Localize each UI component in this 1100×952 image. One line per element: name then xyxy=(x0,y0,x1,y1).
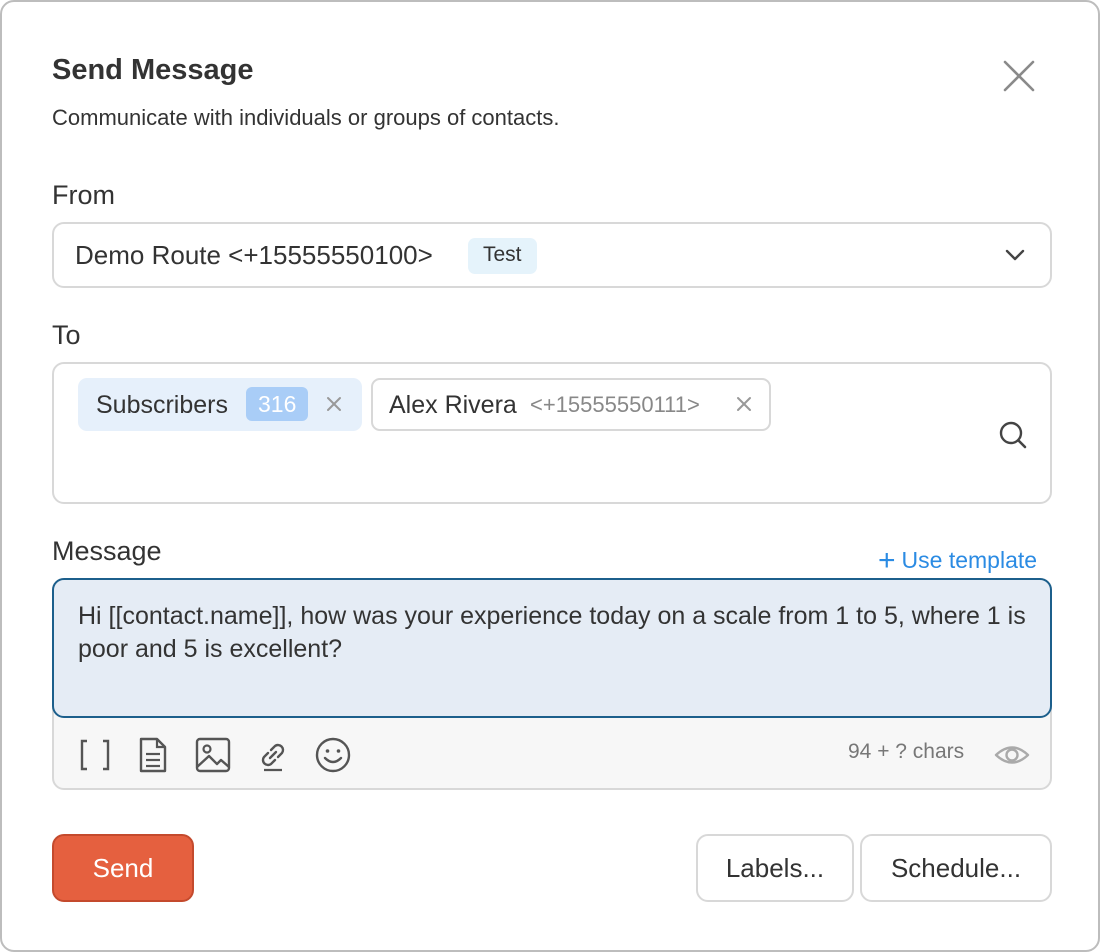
link-icon[interactable] xyxy=(254,736,292,774)
message-textarea[interactable]: Hi [[contact.name]], how was your experi… xyxy=(52,578,1052,718)
recipient-chip-group: Subscribers 316 xyxy=(78,378,362,431)
recipient-chip-label: Alex Rivera xyxy=(389,391,517,419)
send-message-dialog: Send Message Communicate with individual… xyxy=(0,0,1100,952)
variable-brackets-icon[interactable] xyxy=(76,736,114,774)
recipient-chip-contact: Alex Rivera <+15555550111> xyxy=(371,378,771,431)
use-template-link[interactable]: + Use template xyxy=(878,542,1038,577)
group-count-badge: 316 xyxy=(246,387,309,421)
schedule-button[interactable]: Schedule... xyxy=(860,834,1052,902)
message-composer: Hi [[contact.name]], how was your experi… xyxy=(52,578,1052,790)
from-select[interactable]: Demo Route <+15555550100> Test xyxy=(52,222,1052,288)
image-icon[interactable] xyxy=(194,736,232,774)
document-icon[interactable] xyxy=(134,736,172,774)
search-icon[interactable] xyxy=(998,420,1028,450)
labels-button[interactable]: Labels... xyxy=(696,834,854,902)
message-label: Message xyxy=(52,536,162,566)
dialog-subtitle: Communicate with individuals or groups o… xyxy=(52,105,560,130)
emoji-icon[interactable] xyxy=(314,736,352,774)
close-icon[interactable] xyxy=(1000,57,1038,95)
test-badge: Test xyxy=(468,238,537,274)
from-label: From xyxy=(52,180,115,210)
remove-recipient-icon[interactable] xyxy=(733,393,755,415)
plus-icon: + xyxy=(878,544,896,577)
send-button[interactable]: Send xyxy=(52,834,194,902)
recipients-input[interactable]: Subscribers 316 Alex Rivera <+1555555011… xyxy=(52,362,1052,504)
remove-recipient-icon[interactable] xyxy=(323,393,345,415)
recipient-phone: <+15555550111> xyxy=(530,392,700,417)
from-value: Demo Route <+15555550100> xyxy=(75,240,433,270)
to-label: To xyxy=(52,320,81,350)
chevron-down-icon xyxy=(1005,249,1025,261)
recipient-chip-label: Subscribers xyxy=(96,391,228,419)
character-count: 94 + ? chars xyxy=(848,740,965,763)
dialog-title: Send Message xyxy=(52,54,254,86)
use-template-label: Use template xyxy=(901,547,1038,573)
eye-icon[interactable] xyxy=(994,738,1030,772)
